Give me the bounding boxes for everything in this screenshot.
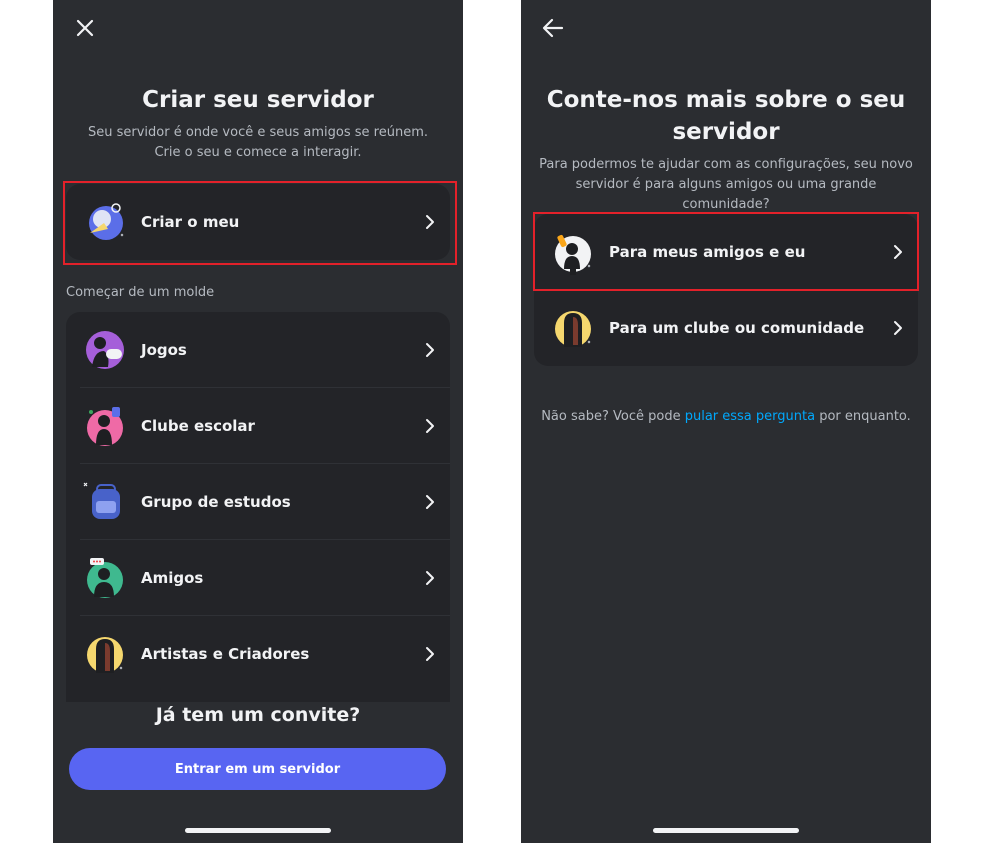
template-label: Jogos bbox=[141, 340, 187, 359]
subtitle-line-1: Para podermos te ajudar com as configura… bbox=[539, 157, 913, 172]
page-title: Conte-nos mais sobre o seu servidor bbox=[541, 84, 911, 148]
page-subtitle: Seu servidor é onde você e seus amigos s… bbox=[81, 123, 435, 163]
template-list: Jogos Clube escolar Grupo de estudos Ami… bbox=[66, 312, 450, 702]
artists-icon bbox=[87, 636, 123, 673]
back-arrow-icon bbox=[542, 18, 564, 38]
create-own-icon bbox=[89, 203, 124, 240]
home-indicator bbox=[185, 828, 331, 833]
option-label: Para um clube ou comunidade bbox=[609, 318, 865, 337]
study-group-icon bbox=[83, 482, 120, 519]
page-title: Criar seu servidor bbox=[142, 87, 374, 113]
back-button[interactable] bbox=[537, 12, 569, 44]
gaming-icon bbox=[86, 330, 124, 369]
option-label: Para meus amigos e eu bbox=[609, 242, 806, 261]
chevron-right-icon bbox=[426, 215, 434, 229]
title-line-2: servidor bbox=[672, 119, 780, 145]
chevron-right-icon bbox=[894, 244, 902, 259]
school-club-icon bbox=[87, 406, 123, 446]
chevron-right-icon bbox=[426, 418, 434, 433]
server-purpose-screen: Conte-nos mais sobre o seu servidor Para… bbox=[521, 0, 931, 843]
join-server-button[interactable]: Entrar em um servidor bbox=[69, 748, 446, 790]
template-section-label: Começar de um molde bbox=[66, 285, 215, 300]
chevron-right-icon bbox=[426, 570, 434, 585]
note-suffix: por enquanto. bbox=[815, 409, 911, 424]
chevron-right-icon bbox=[426, 342, 434, 357]
template-row-jogos[interactable]: Jogos bbox=[66, 312, 450, 387]
close-button[interactable] bbox=[69, 12, 101, 44]
chevron-right-icon bbox=[426, 494, 434, 509]
purpose-options: Para meus amigos e eu Para um clube ou c… bbox=[534, 214, 918, 366]
template-row-clube-escolar[interactable]: Clube escolar bbox=[66, 388, 450, 463]
chevron-right-icon bbox=[894, 320, 902, 335]
subtitle-line-2: servidor é para alguns amigos ou uma gra… bbox=[575, 177, 877, 212]
template-row-artistas-e-criadores[interactable]: Artistas e Criadores bbox=[66, 616, 450, 691]
option-friends-and-me[interactable]: Para meus amigos e eu bbox=[534, 214, 918, 289]
template-label: Grupo de estudos bbox=[141, 492, 291, 511]
create-server-screen: Criar seu servidor Seu servidor é onde v… bbox=[53, 0, 463, 843]
subtitle-line-1: Seu servidor é onde você e seus amigos s… bbox=[88, 125, 428, 140]
chevron-right-icon bbox=[426, 646, 434, 661]
skip-note: Não sabe? Você pode pular essa pergunta … bbox=[521, 409, 931, 424]
friends-and-me-icon bbox=[555, 234, 591, 275]
option-club-community[interactable]: Para um clube ou comunidade bbox=[534, 290, 918, 365]
friends-icon bbox=[87, 557, 123, 598]
skip-question-link[interactable]: pular essa pergunta bbox=[685, 409, 815, 424]
title-line-1: Conte-nos mais sobre o seu bbox=[546, 87, 906, 113]
close-icon bbox=[76, 19, 94, 37]
template-row-amigos[interactable]: Amigos bbox=[66, 540, 450, 615]
subtitle-line-2: Crie o seu e comece a interagir. bbox=[154, 145, 362, 160]
club-community-icon bbox=[555, 310, 591, 347]
template-row-grupo-de-estudos[interactable]: Grupo de estudos bbox=[66, 464, 450, 539]
invite-title: Já tem um convite? bbox=[155, 704, 361, 726]
template-label: Clube escolar bbox=[141, 416, 255, 435]
template-label: Amigos bbox=[141, 568, 204, 587]
template-label: Artistas e Criadores bbox=[141, 644, 310, 663]
page-subtitle: Para podermos te ajudar com as configura… bbox=[533, 155, 919, 215]
note-prefix: Não sabe? Você pode bbox=[541, 409, 685, 424]
create-own-label: Criar o meu bbox=[141, 213, 240, 231]
create-own-card: Criar o meu bbox=[66, 184, 450, 260]
home-indicator bbox=[653, 828, 799, 833]
create-own-button[interactable]: Criar o meu bbox=[66, 184, 450, 260]
